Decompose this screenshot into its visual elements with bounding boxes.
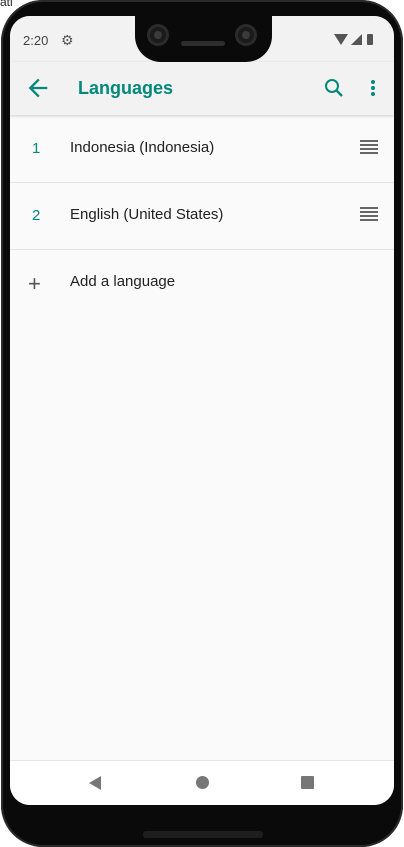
add-language-label: Add a language xyxy=(70,273,176,290)
front-camera-left xyxy=(147,24,169,46)
language-row[interactable]: 2 English (United States) xyxy=(10,183,394,250)
earpiece-speaker xyxy=(181,41,225,46)
wifi-icon xyxy=(334,34,348,45)
more-vert-icon[interactable] xyxy=(363,76,383,100)
nav-home-icon[interactable] xyxy=(196,776,209,789)
signal-icon xyxy=(351,34,362,45)
language-name: Indonesia (Indonesia) xyxy=(70,139,215,156)
drag-handle-icon[interactable] xyxy=(360,140,378,155)
status-time: 2:20 xyxy=(23,33,49,48)
app-bar: Languages xyxy=(10,62,394,115)
language-name: English (United States) xyxy=(70,206,224,223)
plus-icon: + xyxy=(28,271,41,296)
language-index: 1 xyxy=(32,140,41,157)
nav-back-icon[interactable] xyxy=(89,776,101,790)
status-icons xyxy=(334,34,382,46)
corner-label: ati xyxy=(0,0,13,9)
search-icon[interactable] xyxy=(322,76,346,100)
add-language-button[interactable]: + Add a language xyxy=(10,250,394,316)
screen: 2:20 ⚙ Languages 1 Indonesia (Indonesia)… xyxy=(10,16,394,805)
navigation-bar xyxy=(10,760,394,805)
arrow-left-icon[interactable] xyxy=(24,74,52,102)
nav-recents-icon[interactable] xyxy=(301,776,314,789)
battery-icon xyxy=(367,34,373,45)
language-row[interactable]: 1 Indonesia (Indonesia) xyxy=(10,116,394,183)
language-index: 2 xyxy=(32,207,41,224)
page-title: Languages xyxy=(78,78,174,98)
bottom-speaker xyxy=(143,831,263,838)
gear-icon: ⚙ xyxy=(61,32,74,48)
camera-notch xyxy=(135,14,272,62)
language-list: 1 Indonesia (Indonesia) 2 English (Unite… xyxy=(10,116,394,316)
drag-handle-icon[interactable] xyxy=(360,207,378,222)
phone-frame: 2:20 ⚙ Languages 1 Indonesia (Indonesia)… xyxy=(1,0,403,847)
front-camera-right xyxy=(235,24,257,46)
